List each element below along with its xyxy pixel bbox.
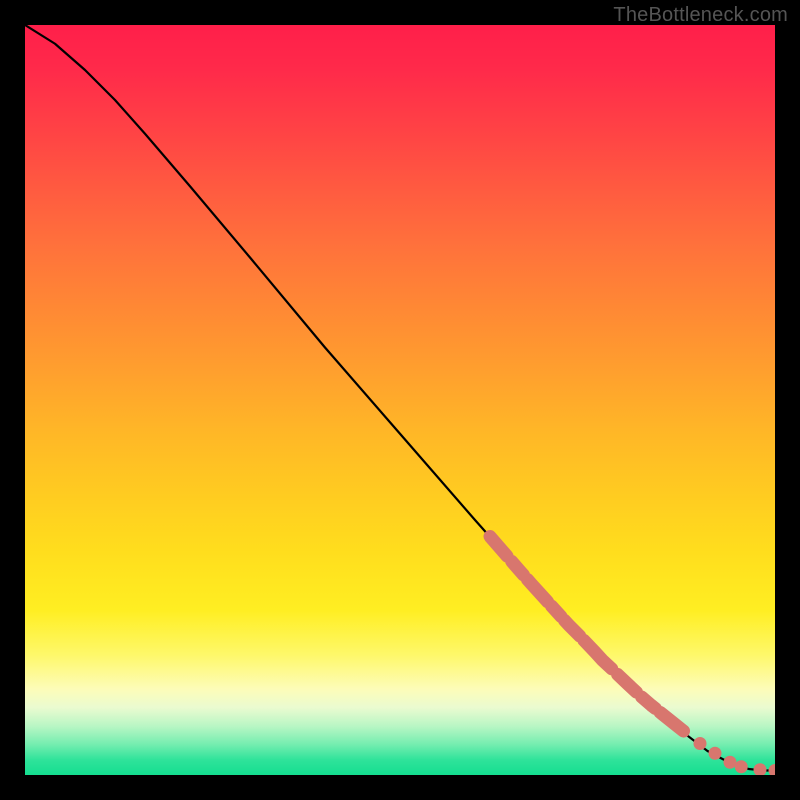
curve-path: [25, 25, 775, 771]
curve-line: [25, 25, 775, 771]
marker-strip: [490, 537, 685, 733]
marker-dot: [694, 737, 707, 750]
marker-points: [490, 537, 775, 776]
marker-dot: [735, 760, 748, 773]
marker-dot: [724, 756, 737, 769]
marker-dot: [754, 763, 767, 775]
marker-dot: [709, 747, 722, 760]
plot-area: [25, 25, 775, 775]
marker-dot: [769, 764, 776, 775]
chart-overlay: [25, 25, 775, 775]
watermark-label: TheBottleneck.com: [613, 4, 788, 27]
frame: TheBottleneck.com: [0, 0, 800, 800]
